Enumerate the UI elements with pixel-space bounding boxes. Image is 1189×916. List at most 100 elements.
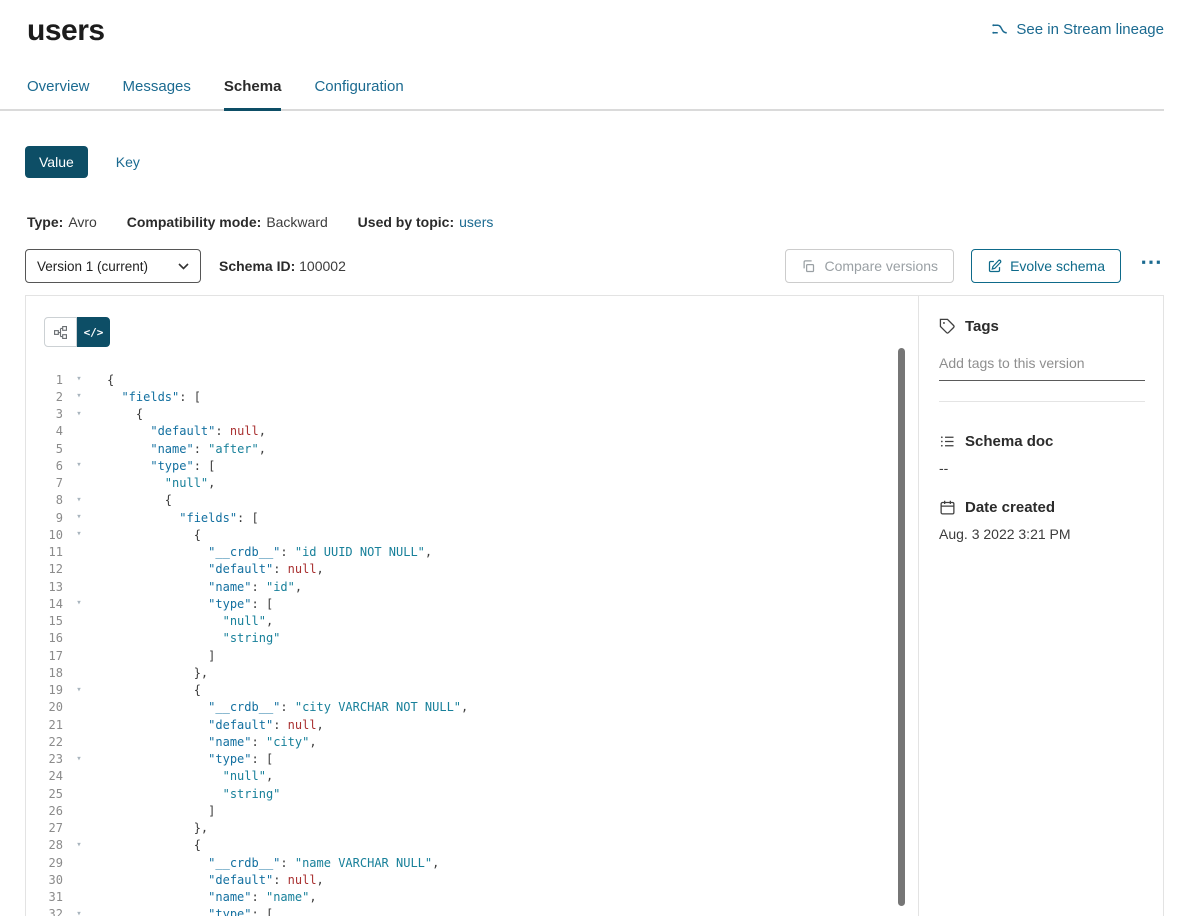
tab-overview[interactable]: Overview — [27, 78, 90, 109]
line-number: 29 — [26, 856, 63, 870]
code-line: 24 "null", — [26, 768, 918, 785]
line-number: 17 — [26, 649, 63, 663]
code-line: 29 "__crdb__": "name VARCHAR NULL", — [26, 854, 918, 871]
code-text: "type": [ — [87, 907, 273, 916]
more-options-button[interactable]: ⋯ — [1138, 257, 1164, 275]
code-line: 31 "name": "name", — [26, 889, 918, 906]
schema-doc-value: -- — [939, 460, 1145, 476]
toggle-key[interactable]: Key — [102, 146, 154, 178]
tab-messages[interactable]: Messages — [123, 78, 191, 109]
fold-toggle-icon[interactable]: ▾ — [71, 686, 87, 695]
line-number: 15 — [26, 614, 63, 628]
code-text: { — [87, 838, 201, 852]
line-number: 10 — [26, 528, 63, 542]
fold-toggle-icon[interactable]: ▾ — [71, 755, 87, 764]
tabs-bar: Overview Messages Schema Configuration — [0, 78, 1164, 111]
code-line: 2▾ "fields": [ — [26, 388, 918, 405]
fold-toggle-icon[interactable]: ▾ — [71, 375, 87, 384]
code-line: 1▾{ — [26, 371, 918, 388]
code-text: { — [87, 493, 172, 507]
code-line: 8▾ { — [26, 492, 918, 509]
compare-versions-button[interactable]: Compare versions — [785, 249, 954, 283]
code-line: 22 "name": "city", — [26, 733, 918, 750]
code-text: ] — [87, 804, 215, 818]
code-line: 16 "string" — [26, 630, 918, 647]
tags-title: Tags — [965, 318, 999, 335]
evolve-schema-label: Evolve schema — [1010, 258, 1105, 274]
tab-schema[interactable]: Schema — [224, 78, 282, 111]
code-line: 20 "__crdb__": "city VARCHAR NOT NULL", — [26, 699, 918, 716]
date-created-header: Date created — [939, 499, 1145, 516]
schema-id: Schema ID: 100002 — [219, 258, 346, 274]
page-header: users See in Stream lineage — [0, 0, 1189, 48]
code-line: 11 "__crdb__": "id UUID NOT NULL", — [26, 544, 918, 561]
code-text: { — [87, 683, 201, 697]
schema-id-value: 100002 — [299, 258, 346, 274]
line-number: 32 — [26, 907, 63, 916]
sidebar-divider — [939, 401, 1145, 402]
version-select[interactable]: Version 1 (current) — [25, 249, 201, 283]
line-number: 27 — [26, 821, 63, 835]
tab-configuration[interactable]: Configuration — [314, 78, 403, 109]
schema-doc-header: Schema doc — [939, 433, 1145, 450]
code-line: 27 }, — [26, 820, 918, 837]
code-line: 30 "default": null, — [26, 871, 918, 888]
line-number: 6 — [26, 459, 63, 473]
fold-toggle-icon[interactable]: ▾ — [71, 841, 87, 850]
line-number: 13 — [26, 580, 63, 594]
code-text: "name": "id", — [87, 580, 302, 594]
code-text: { — [87, 407, 143, 421]
code-line: 15 "null", — [26, 613, 918, 630]
code-text: "null", — [87, 614, 273, 628]
stream-lineage-icon — [991, 20, 1009, 38]
code-lines: 1▾{2▾ "fields": [3▾ {4 "default": null,5… — [26, 371, 918, 916]
fold-toggle-icon[interactable]: ▾ — [71, 461, 87, 470]
evolve-edit-icon — [987, 259, 1002, 274]
scrollbar-thumb[interactable] — [898, 348, 905, 906]
tree-view-button[interactable] — [44, 317, 77, 347]
line-number: 11 — [26, 545, 63, 559]
fold-toggle-icon[interactable]: ▾ — [71, 513, 87, 522]
code-text: "default": null, — [87, 562, 324, 576]
fold-toggle-icon[interactable]: ▾ — [71, 910, 87, 916]
toggle-value[interactable]: Value — [25, 146, 88, 178]
line-number: 2 — [26, 390, 63, 404]
line-number: 22 — [26, 735, 63, 749]
code-text: { — [87, 373, 114, 387]
code-line: 28▾ { — [26, 837, 918, 854]
line-number: 26 — [26, 804, 63, 818]
schema-sidebar: Tags Add tags to this version Schema doc… — [918, 296, 1163, 916]
code-text: { — [87, 528, 201, 542]
code-view-button[interactable]: </> — [77, 317, 110, 347]
fold-toggle-icon[interactable]: ▾ — [71, 410, 87, 419]
tags-input[interactable]: Add tags to this version — [939, 355, 1145, 381]
line-number: 24 — [26, 769, 63, 783]
fold-toggle-icon[interactable]: ▾ — [71, 599, 87, 608]
tag-icon — [939, 318, 956, 335]
code-text: ] — [87, 649, 215, 663]
fold-toggle-icon[interactable]: ▾ — [71, 392, 87, 401]
code-line: 14▾ "type": [ — [26, 595, 918, 612]
code-text: "__crdb__": "id UUID NOT NULL", — [87, 545, 432, 559]
code-text: "null", — [87, 476, 215, 490]
topic-link[interactable]: users — [459, 214, 493, 230]
fold-toggle-icon[interactable]: ▾ — [71, 530, 87, 539]
version-select-value: Version 1 (current) — [37, 259, 148, 274]
line-number: 14 — [26, 597, 63, 611]
fold-toggle-icon[interactable]: ▾ — [71, 496, 87, 505]
line-number: 5 — [26, 442, 63, 456]
line-number: 7 — [26, 476, 63, 490]
code-text: "default": null, — [87, 424, 266, 438]
stream-lineage-link[interactable]: See in Stream lineage — [991, 20, 1164, 38]
compat-label: Compatibility mode: — [127, 214, 262, 230]
code-line: 25 "string" — [26, 785, 918, 802]
date-created-title: Date created — [965, 499, 1055, 516]
code-text: "name": "city", — [87, 735, 317, 749]
evolve-schema-button[interactable]: Evolve schema — [971, 249, 1121, 283]
line-number: 30 — [26, 873, 63, 887]
date-created-value: Aug. 3 2022 3:21 PM — [939, 526, 1145, 542]
code-line: 12 "default": null, — [26, 561, 918, 578]
line-number: 20 — [26, 700, 63, 714]
schema-panel: </> 1▾{2▾ "fields": [3▾ {4 "default": nu… — [25, 295, 1164, 916]
code-line: 3▾ { — [26, 406, 918, 423]
